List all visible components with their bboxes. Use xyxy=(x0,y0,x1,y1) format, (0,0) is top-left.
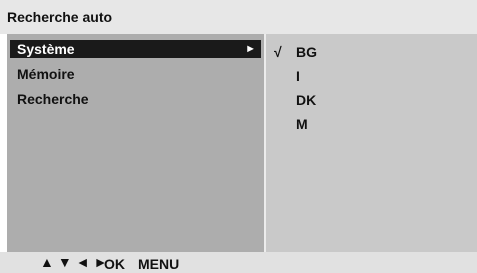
menu-item-recherche[interactable]: Recherche xyxy=(10,90,261,108)
submenu-arrow-icon: ► xyxy=(245,43,256,55)
menu-item-label: Recherche xyxy=(17,91,89,107)
title-bar: Recherche auto xyxy=(0,0,477,34)
menu-item-label: Système xyxy=(17,41,75,57)
menu-item-label: Mémoire xyxy=(17,66,75,82)
footer-help-bar: ▲ ▼ ◄ ► OK MENU xyxy=(0,252,477,273)
ok-hint: OK xyxy=(104,256,125,272)
panel-divider xyxy=(264,34,266,252)
option-label: M xyxy=(296,116,308,132)
checkmark-icon: √ xyxy=(274,44,282,60)
navigation-hints: ▲ ▼ ◄ ► xyxy=(40,254,111,270)
menu-item-memoire[interactable]: Mémoire xyxy=(10,65,261,83)
arrow-left-icon: ◄ xyxy=(75,254,90,270)
menu-item-systeme[interactable]: Système ► xyxy=(10,40,261,58)
option-label: DK xyxy=(296,92,317,108)
arrow-down-icon: ▼ xyxy=(57,254,72,270)
option-label: BG xyxy=(296,44,317,60)
arrow-up-icon: ▲ xyxy=(40,254,54,270)
menu-hint: MENU xyxy=(138,256,180,272)
menu-title: Recherche auto xyxy=(7,9,113,25)
tv-osd-screen: Recherche auto Système ► Mémoire Recherc… xyxy=(0,0,477,273)
option-label: I xyxy=(296,68,300,84)
